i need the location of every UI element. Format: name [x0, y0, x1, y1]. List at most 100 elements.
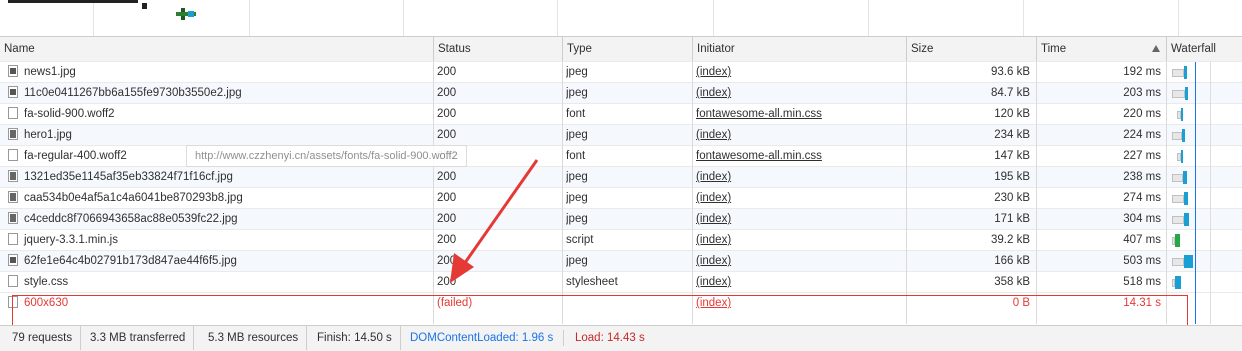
waterfall-bar[interactable] [1167, 272, 1242, 293]
request-name[interactable]: c4ceddc8f7066943658ac88e0539fc22.jpg [8, 209, 428, 230]
waterfall-bar[interactable] [1167, 167, 1242, 188]
table-row[interactable]: news1.jpg 200 jpeg (index) 93.6 kB 192 m… [0, 62, 1242, 83]
request-time: 238 ms [1123, 171, 1161, 183]
overview-grid-line [868, 0, 869, 36]
request-time: 304 ms [1123, 213, 1161, 225]
request-type: jpeg [566, 66, 588, 78]
request-size: 195 kB [994, 171, 1030, 183]
load-time: Load: 14.43 s [575, 332, 645, 344]
table-row[interactable]: caa534b0e4af5a1c4a6041be870293b8.jpg 200… [0, 188, 1242, 209]
table-row[interactable]: hero1.jpg 200 jpeg (index) 234 kB 224 ms [0, 125, 1242, 146]
request-type: stylesheet [566, 276, 618, 288]
image-file-icon [8, 65, 18, 77]
request-time: 274 ms [1123, 192, 1161, 204]
request-type: jpeg [566, 129, 588, 141]
column-divider [562, 62, 563, 324]
file-icon [8, 233, 18, 245]
image-file-icon [8, 86, 18, 98]
request-time: 227 ms [1123, 150, 1161, 162]
request-size: 93.6 kB [991, 66, 1030, 78]
request-name[interactable]: 1321ed35e1145af35eb33824f71f16cf.jpg [8, 167, 428, 188]
waterfall-bar[interactable] [1167, 251, 1242, 272]
table-row[interactable]: c4ceddc8f7066943658ac88e0539fc22.jpg 200… [0, 209, 1242, 230]
domcontentloaded-time: DOMContentLoaded: 1.96 s [410, 332, 554, 344]
overview-request-bar [8, 0, 138, 3]
request-initiator-link[interactable]: (index) [696, 62, 901, 83]
waterfall-grid-line [1210, 62, 1211, 324]
waterfall-bar[interactable] [1167, 104, 1242, 125]
request-type: font [566, 108, 586, 120]
request-initiator-link[interactable]: fontawesome-all.min.css [696, 146, 901, 167]
request-name[interactable]: 62fe1e64c4b02791b173d847ae44f6f5.jpg [8, 251, 428, 272]
request-initiator-link[interactable]: (index) [696, 83, 901, 104]
request-type: font [566, 150, 586, 162]
request-status: 200 [437, 87, 457, 99]
request-name[interactable]: news1.jpg [8, 62, 428, 83]
request-size: 39.2 kB [991, 234, 1030, 246]
request-status: 200 [437, 129, 457, 141]
table-row[interactable]: 1321ed35e1145af35eb33824f71f16cf.jpg 200… [0, 167, 1242, 188]
resources-size: 5.3 MB resources [200, 326, 308, 350]
status-divider [563, 330, 564, 346]
request-initiator-link[interactable]: (index) [696, 209, 901, 230]
waterfall-bar[interactable] [1167, 125, 1242, 146]
file-icon [8, 149, 18, 161]
request-time: 224 ms [1123, 129, 1161, 141]
domcontentloaded-marker [1195, 62, 1196, 324]
request-time: 192 ms [1123, 66, 1161, 78]
request-time: 220 ms [1123, 108, 1161, 120]
waterfall-bar[interactable] [1167, 83, 1242, 104]
request-initiator-link[interactable]: (index) [696, 251, 901, 272]
table-row[interactable]: style.css 200 stylesheet (index) 358 kB … [0, 272, 1242, 293]
status-bar: 79 requests 3.3 MB transferred 5.3 MB re… [0, 325, 1242, 351]
request-size: 166 kB [994, 255, 1030, 267]
request-size: 171 kB [994, 213, 1030, 225]
image-file-icon [8, 170, 18, 182]
request-name[interactable]: jquery-3.3.1.min.js [8, 230, 428, 251]
request-name[interactable]: hero1.jpg [8, 125, 428, 146]
table-row[interactable]: jquery-3.3.1.min.js 200 script (index) 3… [0, 230, 1242, 251]
request-name[interactable]: fa-solid-900.woff2 [8, 104, 428, 125]
annotation-arrow [450, 159, 539, 283]
request-type: jpeg [566, 192, 588, 204]
waterfall-bar[interactable] [1167, 146, 1242, 167]
request-initiator-link[interactable]: fontawesome-all.min.css [696, 104, 901, 125]
request-type: jpeg [566, 255, 588, 267]
request-size: 120 kB [994, 108, 1030, 120]
table-row[interactable]: 62fe1e64c4b02791b173d847ae44f6f5.jpg 200… [0, 251, 1242, 272]
request-name[interactable]: 11c0e0411267bb6a155fe9730b3550e2.jpg [8, 83, 428, 104]
waterfall-bar[interactable] [1167, 209, 1242, 230]
request-initiator-link[interactable]: (index) [696, 272, 901, 293]
request-size: 358 kB [994, 276, 1030, 288]
overview-request-bar [176, 8, 196, 20]
table-row[interactable]: 11c0e0411267bb6a155fe9730b3550e2.jpg 200… [0, 83, 1242, 104]
request-size: 234 kB [994, 129, 1030, 141]
column-divider [906, 62, 907, 324]
network-overview[interactable] [0, 0, 1242, 37]
request-initiator-link[interactable]: (index) [696, 125, 901, 146]
waterfall-bar[interactable] [1167, 62, 1242, 83]
finish-time: Finish: 14.50 s [309, 326, 401, 350]
column-divider [1166, 62, 1167, 324]
column-header-label: Status [438, 43, 471, 55]
request-initiator-link[interactable]: (index) [696, 167, 901, 188]
column-header-label: Type [567, 43, 592, 55]
request-status: 200 [437, 66, 457, 78]
overview-grid-line [249, 0, 250, 36]
request-time: 407 ms [1123, 234, 1161, 246]
request-initiator-link[interactable]: (index) [696, 230, 901, 251]
url-tooltip: http://www.czzhenyi.cn/assets/fonts/fa-s… [186, 145, 467, 167]
request-name[interactable]: caa534b0e4af5a1c4a6041be870293b8.jpg [8, 188, 428, 209]
column-divider [1036, 62, 1037, 324]
waterfall-bar[interactable] [1167, 230, 1242, 251]
failed-request-highlight [12, 295, 1188, 329]
table-row[interactable]: fa-solid-900.woff2 200 font fontawesome-… [0, 104, 1242, 125]
request-name[interactable]: style.css [8, 272, 428, 293]
column-header-label: Name [4, 43, 35, 55]
waterfall-bar[interactable] [1167, 188, 1242, 209]
image-file-icon [8, 191, 18, 203]
image-file-icon [8, 212, 18, 224]
request-type: script [566, 234, 594, 246]
file-icon [8, 107, 18, 119]
request-initiator-link[interactable]: (index) [696, 188, 901, 209]
